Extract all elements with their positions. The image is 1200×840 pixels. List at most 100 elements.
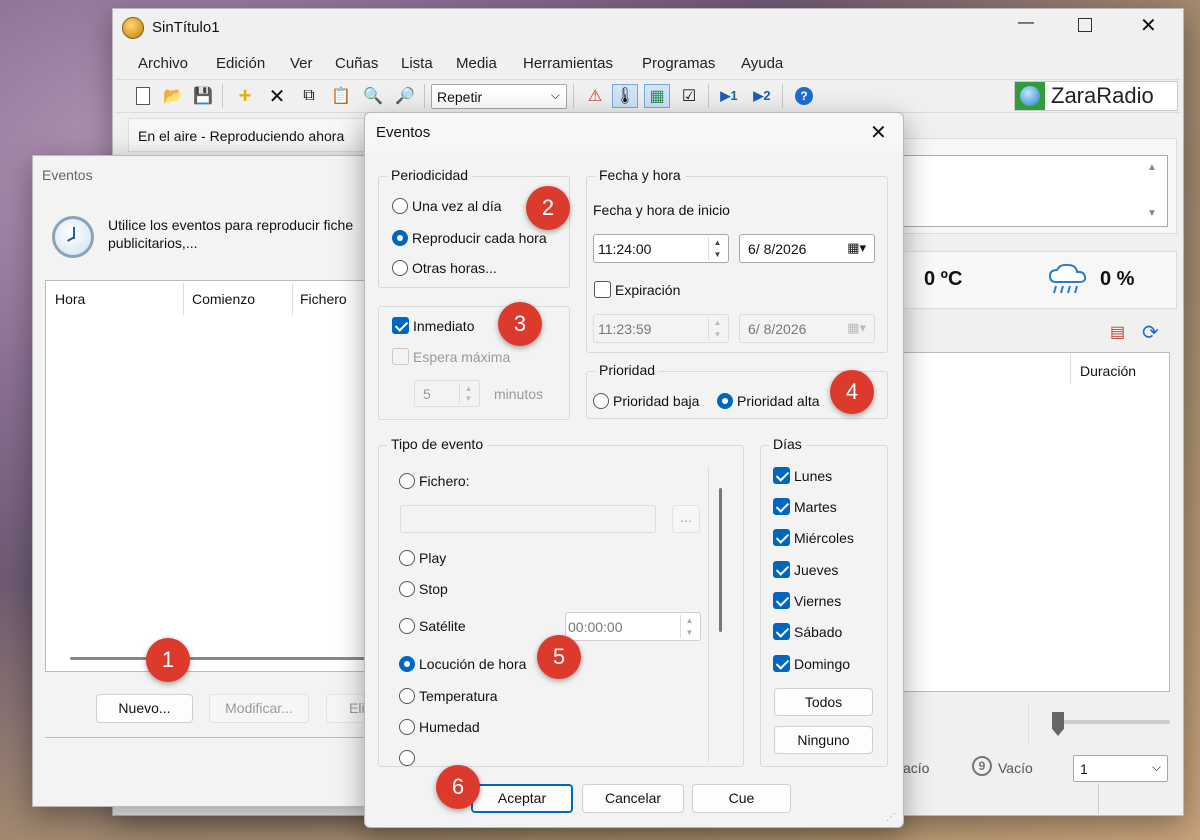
spin-up-icon[interactable]: ▲ [709, 317, 726, 329]
player2-icon[interactable]: ▶2 [749, 84, 775, 108]
checklist-icon[interactable]: ☑ [676, 84, 702, 108]
column-header-comienzo[interactable]: Comienzo [192, 291, 255, 307]
start-time-spin[interactable]: ▲ ▼ [708, 237, 726, 260]
paste-icon[interactable]: 📋 [328, 84, 354, 108]
exp-time-spin[interactable]: ▲ ▼ [708, 317, 726, 340]
save-icon[interactable]: 💾 [190, 84, 216, 108]
spin-down-icon[interactable]: ▼ [681, 627, 698, 639]
print-list-icon[interactable]: ▤ [1110, 322, 1132, 344]
now-playing-text[interactable] [900, 155, 1168, 227]
day-friday-checkbox[interactable]: Viernes [773, 592, 841, 609]
cancel-button[interactable]: Cancelar [582, 784, 684, 813]
radio-humidity[interactable]: Humedad [399, 719, 480, 735]
find-icon[interactable]: 🔍 [360, 84, 386, 108]
minimize-icon[interactable]: — [1014, 14, 1038, 38]
status-select[interactable]: 1 ⌵ [1073, 755, 1168, 782]
radio-temperature[interactable]: Temperatura [399, 688, 498, 704]
add-icon[interactable]: + [232, 83, 258, 108]
menu-edicion[interactable]: Edición [216, 55, 265, 72]
refresh-icon[interactable]: ⟳ [1142, 320, 1159, 345]
calendar-icon[interactable]: ▦▾ [847, 240, 866, 256]
radio-low-priority[interactable]: Prioridad baja [593, 393, 699, 409]
column-divider [292, 283, 293, 315]
find-folder-icon[interactable]: 🔎 [392, 84, 418, 108]
scroll-down-icon[interactable]: ▼ [1147, 208, 1157, 219]
spin-down-icon[interactable]: ▼ [709, 329, 726, 341]
menu-ver[interactable]: Ver [290, 55, 313, 72]
radio-file[interactable]: Fichero: [399, 473, 470, 489]
menu-herramientas[interactable]: Herramientas [523, 55, 613, 72]
scroll-up-icon[interactable]: ▲ [1147, 162, 1157, 173]
weather-station-icon[interactable]: ▦ [644, 84, 670, 108]
max-wait-checkbox[interactable]: Espera máxima [392, 348, 510, 365]
spin-up-icon[interactable]: ▲ [681, 615, 698, 627]
humidity-label: Humedad [419, 719, 480, 735]
volume-track[interactable] [1062, 720, 1170, 724]
dialog-close-icon[interactable]: ✕ [870, 120, 887, 145]
horizontal-scrollbar[interactable] [70, 657, 370, 660]
column-header-fichero[interactable]: Fichero [300, 291, 347, 307]
day-tuesday-checkbox[interactable]: Martes [773, 498, 837, 515]
exp-date-picker[interactable]: 6/ 8/2026 ▦▾ [739, 314, 875, 343]
radio-every-hour[interactable]: Reproducir cada hora [392, 230, 547, 246]
date-time-label: Fecha y hora [595, 167, 685, 183]
spin-up-icon[interactable]: ▲ [709, 237, 726, 249]
minutes-spin[interactable]: ▲ ▼ [459, 383, 477, 404]
event-type-scrollbar-thumb[interactable] [719, 488, 722, 632]
immediate-checkbox[interactable]: Inmediato [392, 317, 474, 334]
resize-grip-icon[interactable]: ⋰ [886, 812, 896, 823]
close-icon[interactable]: ✕ [1140, 13, 1157, 38]
day-wednesday-checkbox[interactable]: Miércoles [773, 529, 854, 546]
low-priority-label: Prioridad baja [613, 393, 700, 409]
radio-once-a-day[interactable]: Una vez al día [392, 198, 502, 214]
open-folder-icon[interactable]: 📂 [160, 84, 186, 108]
new-file-icon[interactable] [130, 84, 156, 108]
help-icon[interactable]: ? [791, 84, 817, 108]
no-days-button[interactable]: Ninguno [774, 726, 873, 754]
exp-time-input[interactable]: 11:23:59 ▲ ▼ [593, 314, 729, 343]
minutes-stepper[interactable]: 5 ▲ ▼ [414, 380, 480, 407]
spin-up-icon[interactable]: ▲ [460, 383, 477, 394]
checkbox-box [392, 348, 409, 365]
menu-ayuda[interactable]: Ayuda [741, 55, 783, 72]
calendar-icon[interactable]: ▦▾ [847, 320, 866, 336]
delete-icon[interactable]: ✕ [264, 84, 290, 108]
radio-stop[interactable]: Stop [399, 581, 448, 597]
player1-icon[interactable]: ▶1 [716, 84, 742, 108]
menu-archivo[interactable]: Archivo [138, 55, 188, 72]
menu-media[interactable]: Media [456, 55, 497, 72]
spin-down-icon[interactable]: ▼ [460, 394, 477, 405]
new-event-button[interactable]: Nuevo... [96, 694, 193, 723]
menu-lista[interactable]: Lista [401, 55, 433, 72]
file-path-input[interactable] [400, 505, 656, 533]
radio-other-hours[interactable]: Otras horas... [392, 260, 497, 276]
radio-satellite[interactable]: Satélite [399, 618, 466, 634]
day-thursday-checkbox[interactable]: Jueves [773, 561, 838, 578]
column-header-hora[interactable]: Hora [55, 291, 85, 307]
menu-programas[interactable]: Programas [642, 55, 715, 72]
repeat-select[interactable]: Repetir ⌵ [431, 84, 567, 109]
day-saturday-checkbox[interactable]: Sábado [773, 623, 842, 640]
all-days-button[interactable]: Todos [774, 688, 873, 716]
start-date-picker[interactable]: 6/ 8/2026 ▦▾ [739, 234, 875, 263]
start-time-input[interactable]: 11:24:00 ▲ ▼ [593, 234, 729, 263]
antenna-icon[interactable]: ⚠ [582, 84, 608, 108]
satellite-time-input[interactable]: 00:00:00 ▲ ▼ [565, 612, 701, 641]
modify-event-button[interactable]: Modificar... [209, 694, 309, 723]
browse-button[interactable]: ... [672, 505, 700, 533]
satellite-time-spin[interactable]: ▲ ▼ [680, 615, 698, 638]
menu-cunas[interactable]: Cuñas [335, 55, 378, 72]
checkbox-box [392, 317, 409, 334]
radio-play[interactable]: Play [399, 550, 446, 566]
spin-down-icon[interactable]: ▼ [709, 249, 726, 261]
cue-button[interactable]: Cue [692, 784, 791, 813]
copy-icon[interactable]: ⧉ [296, 84, 322, 108]
radio-high-priority[interactable]: Prioridad alta [717, 393, 820, 409]
day-monday-checkbox[interactable]: Lunes [773, 467, 832, 484]
expiration-checkbox[interactable]: Expiración [594, 281, 680, 298]
day-sunday-checkbox[interactable]: Domingo [773, 655, 850, 672]
radio-time-announce[interactable]: Locución de hora [399, 656, 526, 672]
thermometer-icon[interactable]: 🌡 [612, 84, 638, 108]
accept-button[interactable]: Aceptar [471, 784, 573, 813]
maximize-icon[interactable] [1078, 18, 1092, 32]
